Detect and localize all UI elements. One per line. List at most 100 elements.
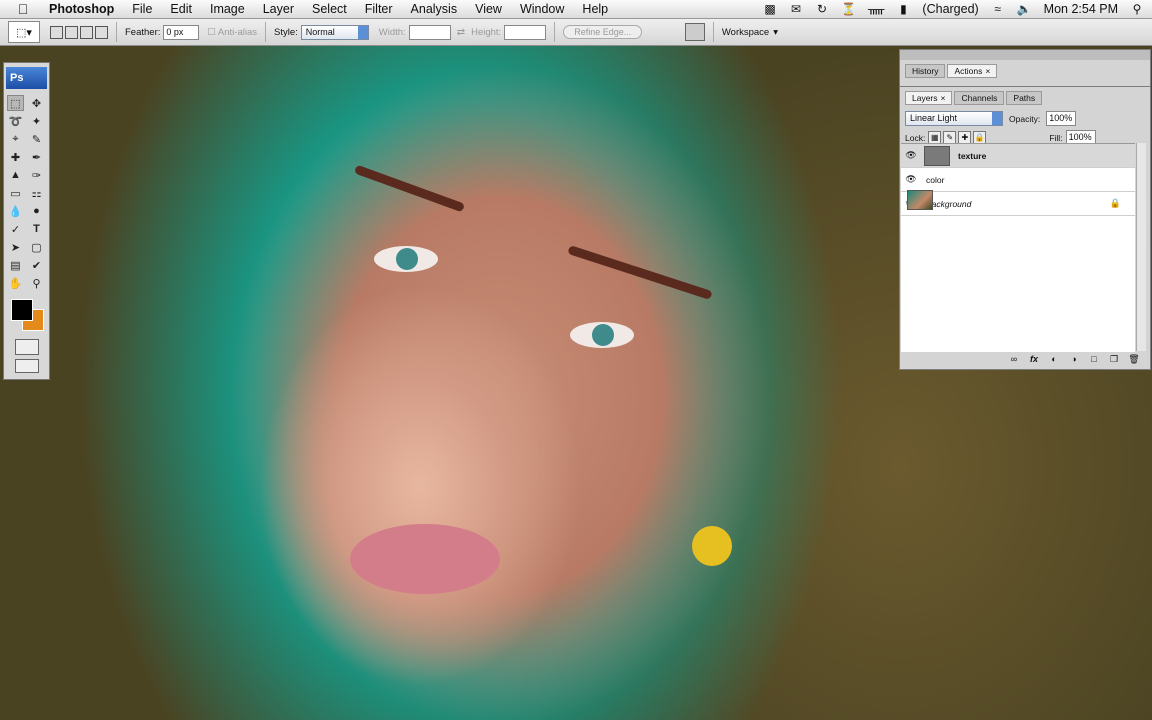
style-label: Style: <box>274 26 298 38</box>
close-icon[interactable]: × <box>941 93 946 103</box>
blend-row: Linear Light Opacity: 100% <box>905 111 1150 126</box>
move-tool-icon[interactable]: ✥ <box>28 95 45 111</box>
sync-icon[interactable]: ⏳ <box>841 2 856 16</box>
layer-row-background[interactable]: 👁 Background 🔒 <box>901 190 1135 216</box>
link-layers-icon[interactable]: ∞ <box>1008 354 1020 365</box>
type-tool-icon[interactable]: T <box>28 221 45 237</box>
divider <box>265 22 266 42</box>
antialias-label: Anti-alias <box>217 26 257 38</box>
layer-row-color[interactable]: 👁 color <box>901 168 1135 210</box>
width-input[interactable] <box>408 24 451 40</box>
path-selection-tool-icon[interactable]: ➤ <box>7 239 24 255</box>
lips <box>350 524 500 594</box>
new-layer-icon[interactable]: ❐ <box>1108 354 1120 365</box>
battery-status[interactable]: (Charged) <box>922 2 978 16</box>
blur-tool-icon[interactable]: 💧 <box>7 203 24 219</box>
slice-tool-icon[interactable]: ✎ <box>28 131 45 147</box>
intersect-selection-icon[interactable] <box>95 25 108 39</box>
swap-dimensions-icon[interactable]: ⇄ <box>457 27 465 38</box>
screen-mode-icon[interactable] <box>14 359 39 373</box>
menu-filter[interactable]: Filter <box>356 2 402 16</box>
time-machine-icon[interactable]: ↻ <box>815 2 829 16</box>
lock-icon: 🔒 <box>1109 198 1121 208</box>
tools-palette: Ps ⬚ ✥ ➰ ✦ ⌖ ✎ ✚ ✒ ▲ ✑ ▭ ⚏ 💧 ● ✓ T ➤ ▢ ▤… <box>3 62 50 380</box>
quick-mask-icon[interactable] <box>14 339 39 355</box>
menu-layer[interactable]: Layer <box>254 2 303 16</box>
palette-well-icon[interactable] <box>684 23 705 41</box>
opacity-label: Opacity: <box>1009 113 1041 124</box>
new-selection-icon[interactable] <box>50 25 63 39</box>
trash-icon[interactable]: 🗑 <box>1128 354 1140 365</box>
tab-channels[interactable]: Channels <box>954 91 1005 105</box>
eyedropper-tool-icon[interactable]: ✔ <box>28 257 45 273</box>
lock-label: Lock: <box>905 132 926 143</box>
notes-tool-icon[interactable]: ▤ <box>7 257 24 273</box>
antialias-checkbox[interactable]: ☐ <box>207 27 216 38</box>
blend-mode-select[interactable]: Linear Light <box>905 111 1003 126</box>
opacity-input[interactable]: 100% <box>1046 111 1077 126</box>
menu-file[interactable]: File <box>123 2 161 16</box>
menu-window[interactable]: Window <box>511 2 573 16</box>
subtract-selection-icon[interactable] <box>80 25 93 39</box>
tab-actions[interactable]: Actions × <box>947 64 998 78</box>
paint-bucket-tool-icon[interactable]: ⚏ <box>28 185 45 201</box>
adjustment-layer-icon[interactable]: ◑ <box>1068 354 1080 365</box>
menu-clock[interactable]: Mon 2:54 PM <box>1044 2 1118 16</box>
visibility-eye-icon[interactable]: 👁 <box>904 150 918 161</box>
magic-wand-tool-icon[interactable]: ✦ <box>28 113 45 129</box>
add-mask-icon[interactable]: ◐ <box>1048 354 1060 365</box>
hand-tool-icon[interactable]: ✋ <box>7 275 24 291</box>
clone-stamp-tool-icon[interactable]: ▲ <box>7 167 24 183</box>
panel-title-strip[interactable] <box>900 50 1150 60</box>
volume-icon[interactable]: 🔈 <box>1017 2 1032 16</box>
shape-tool-icon[interactable]: ▢ <box>28 239 45 255</box>
bluetooth-icon[interactable]: ᚅ <box>868 2 884 16</box>
wifi-icon[interactable]: ≈ <box>991 2 1005 16</box>
crop-tool-icon[interactable]: ⌖ <box>7 131 24 147</box>
feather-input[interactable]: 0 px <box>163 24 200 40</box>
history-brush-tool-icon[interactable]: ✑ <box>28 167 45 183</box>
height-input[interactable] <box>504 24 547 40</box>
layer-list: 👁 texture 👁 color 👁 Background 🔒 <box>901 143 1135 352</box>
foreground-color-swatch[interactable] <box>11 299 33 321</box>
zoom-tool-icon[interactable]: ⚲ <box>28 275 45 291</box>
battery-icon[interactable]: ▮ <box>896 2 910 16</box>
brush-tool-icon[interactable]: ✒ <box>28 149 45 165</box>
add-selection-icon[interactable] <box>65 25 78 39</box>
menu-select[interactable]: Select <box>303 2 356 16</box>
menu-edit[interactable]: Edit <box>161 2 201 16</box>
refine-edge-button[interactable]: Refine Edge... <box>563 25 643 39</box>
eraser-tool-icon[interactable]: ▭ <box>7 185 24 201</box>
photoshop-logo[interactable]: Ps <box>6 67 47 89</box>
layer-row-texture[interactable]: 👁 texture <box>901 144 1135 168</box>
tab-history[interactable]: History <box>905 64 946 78</box>
pen-tool-icon[interactable]: ✓ <box>7 221 24 237</box>
menu-image[interactable]: Image <box>201 2 254 16</box>
layers-scrollbar[interactable] <box>1136 143 1146 351</box>
healing-brush-tool-icon[interactable]: ✚ <box>7 149 24 165</box>
menu-view[interactable]: View <box>466 2 511 16</box>
menu-analysis[interactable]: Analysis <box>402 2 467 16</box>
layers-panel-tabs: Layers × Channels Paths <box>905 91 1150 105</box>
style-select[interactable]: Normal <box>300 24 369 40</box>
layer-thumbnail <box>907 190 933 210</box>
menu-help[interactable]: Help <box>573 2 617 16</box>
workspace-menu[interactable]: Workspace ▾ <box>722 27 778 38</box>
dodge-tool-icon[interactable]: ● <box>28 203 45 219</box>
visibility-eye-icon[interactable]: 👁 <box>904 174 918 185</box>
layer-style-icon[interactable]: fx <box>1028 354 1040 365</box>
tab-paths[interactable]: Paths <box>1006 91 1043 105</box>
camera-icon[interactable]: ▩ <box>763 2 777 16</box>
lasso-tool-icon[interactable]: ➰ <box>7 113 24 129</box>
layers-panel: Layers × Channels Paths Linear Light Opac… <box>899 86 1151 370</box>
tab-layers[interactable]: Layers × <box>905 91 953 105</box>
close-icon[interactable]: × <box>985 66 990 76</box>
apple-menu-icon[interactable]:  <box>14 1 32 17</box>
app-menu[interactable]: Photoshop <box>40 2 123 16</box>
menu-extras: ▩ ✉ ↻ ⏳ ᚅ ▮ (Charged) ≈ 🔈 Mon 2:54 PM ⚲ <box>763 0 1144 18</box>
tool-preset-picker[interactable]: ⬚▾ <box>8 21 40 43</box>
mail-icon[interactable]: ✉ <box>789 2 803 16</box>
marquee-tool-icon[interactable]: ⬚ <box>7 95 24 111</box>
spotlight-search-icon[interactable]: ⚲ <box>1130 2 1144 16</box>
new-group-icon[interactable]: □ <box>1088 354 1100 365</box>
